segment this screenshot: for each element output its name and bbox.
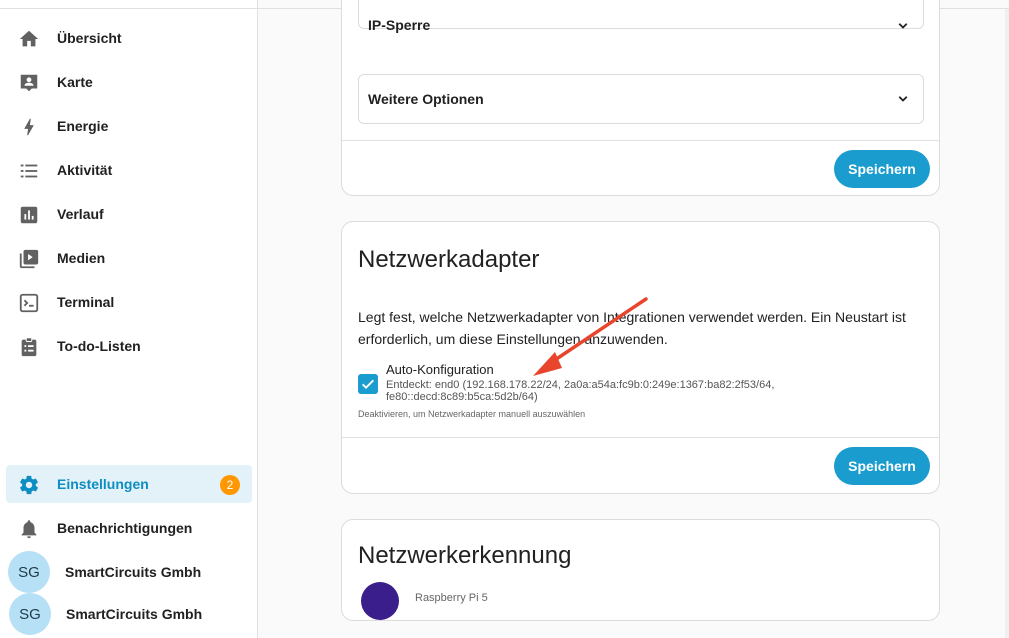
card-divider	[342, 437, 939, 438]
home-icon	[18, 28, 40, 50]
save-button[interactable]: Speichern	[834, 447, 930, 485]
sidebar-item-label: Karte	[57, 74, 93, 90]
clipboard-list-icon	[18, 336, 40, 358]
console-icon	[18, 292, 40, 314]
card-divider	[342, 140, 939, 141]
chart-box-icon	[18, 204, 40, 226]
user-name: SmartCircuits Gmbh	[65, 564, 202, 580]
checkmark-icon	[362, 379, 374, 389]
device-avatar	[361, 582, 399, 620]
sidebar-item-energy[interactable]: Energie	[6, 107, 252, 145]
sidebar-item-label: Einstellungen	[57, 476, 149, 492]
auto-config-hint: Deaktivieren, um Netzwerkadapter manuell…	[358, 409, 586, 419]
map-account-icon	[18, 72, 40, 94]
notification-badge: 2	[220, 475, 240, 495]
network-adapter-card: Netzwerkadapter Legt fest, welche Netzwe…	[341, 221, 940, 494]
device-subtitle: Raspberry Pi 5	[415, 592, 488, 604]
user-name: SmartCircuits Gmbh	[66, 606, 203, 622]
sidebar-item-settings[interactable]: Einstellungen 2	[6, 465, 252, 503]
auto-config-label: Auto-Konfiguration	[386, 362, 494, 377]
sidebar-item-label: Medien	[57, 250, 106, 266]
sidebar-item-notifications[interactable]: Benachrichtigungen	[6, 509, 252, 547]
sidebar-item-terminal[interactable]: Terminal	[6, 283, 252, 321]
card-title: Netzwerkadapter	[358, 246, 540, 273]
sidebar-item-history[interactable]: Verlauf	[6, 195, 252, 233]
auto-config-checkbox[interactable]	[358, 374, 378, 394]
lightning-icon	[18, 116, 40, 138]
expander-label: Weitere Optionen	[368, 91, 484, 107]
sidebar-item-label: Übersicht	[57, 30, 122, 46]
ip-block-expander[interactable]: IP-Sperre	[358, 0, 924, 33]
network-discovery-card: Netzwerkerkennung Raspberry Pi 5	[341, 519, 940, 621]
sidebar-item-todo[interactable]: To-do-Listen	[6, 327, 252, 365]
list-icon	[18, 160, 40, 182]
chevron-down-icon	[898, 96, 908, 102]
avatar: SG	[8, 551, 50, 593]
sidebar-item-label: Verlauf	[57, 206, 104, 222]
sidebar: Übersicht Karte Energie Aktivität Verlau…	[0, 0, 258, 638]
gear-icon	[18, 474, 40, 496]
user-profile-secondary[interactable]: SG SmartCircuits Gmbh	[9, 593, 255, 635]
save-button[interactable]: Speichern	[834, 150, 930, 188]
more-options-expander[interactable]: Weitere Optionen	[358, 74, 924, 124]
scrollbar-track[interactable]	[1005, 9, 1009, 638]
sidebar-item-activity[interactable]: Aktivität	[6, 151, 252, 189]
sidebar-divider	[0, 8, 258, 9]
sidebar-item-label: Aktivität	[57, 162, 113, 178]
play-box-icon	[18, 248, 40, 270]
expander-label: IP-Sperre	[368, 17, 431, 33]
sidebar-item-overview[interactable]: Übersicht	[6, 19, 252, 57]
sidebar-item-map[interactable]: Karte	[6, 63, 252, 101]
chevron-down-icon	[898, 23, 908, 29]
detected-adapters: Entdeckt: end0 (192.168.178.22/24, 2a0a:…	[386, 379, 775, 403]
sidebar-item-label: To-do-Listen	[57, 338, 141, 354]
sidebar-item-label: Terminal	[57, 294, 115, 310]
security-card: IP-Sperre Weitere Optionen Speichern	[341, 0, 940, 196]
bell-icon	[18, 518, 40, 540]
sidebar-item-label: Benachrichtigungen	[57, 520, 193, 536]
avatar: SG	[9, 593, 51, 635]
card-title: Netzwerkerkennung	[358, 542, 572, 569]
sidebar-item-media[interactable]: Medien	[6, 239, 252, 277]
user-profile[interactable]: SG SmartCircuits Gmbh	[8, 551, 254, 593]
sidebar-item-label: Energie	[57, 118, 109, 134]
card-description: Legt fest, welche Netzwerkadapter von In…	[358, 309, 906, 347]
